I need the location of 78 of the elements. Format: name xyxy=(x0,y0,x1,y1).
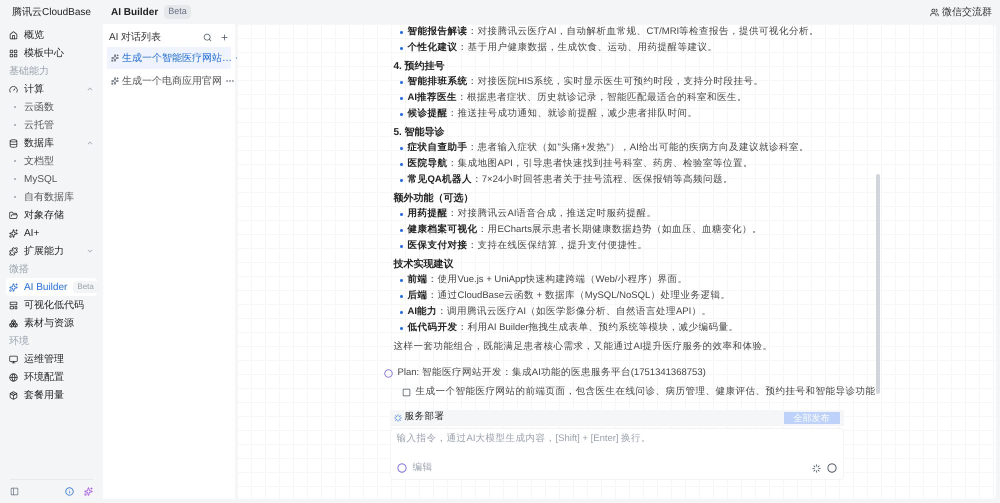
info-icon[interactable] xyxy=(65,487,74,496)
chevron-up-icon[interactable] xyxy=(86,139,94,147)
nav-subitem[interactable]: 云托管 xyxy=(6,116,97,134)
bullet-text: 低代码开发：利用AI Builder拖拽生成表单、预约系统等模块，减少编码量。 xyxy=(408,320,739,335)
scrollbar-thumb[interactable] xyxy=(876,174,880,394)
task-label: 生成一个智能医疗网站的前端页面，包含医生在线问诊、病历管理、健康评估、预约挂号和智能导诊功能 xyxy=(416,385,876,400)
bullet-text: 医院导航：集成地图API，引导患者快速找到挂号科室、药房、检验室等位置。 xyxy=(408,156,753,171)
section-heading: 技术实现建议 xyxy=(394,257,454,272)
nav-icon xyxy=(9,318,18,328)
beta-badge: Beta xyxy=(164,5,191,19)
nav-item[interactable]: AI Builder Beta xyxy=(6,278,97,296)
section-label: 环境 xyxy=(8,334,30,348)
group-icon xyxy=(930,8,939,16)
nav-icon xyxy=(9,84,18,94)
nav-icon xyxy=(9,372,18,382)
bullet-text: 智能报告解读：对接腾讯云医疗AI，自动解析血常规、CT/MRI等检查报告，提供可视化分析。 xyxy=(408,24,820,39)
sparkle-icon[interactable] xyxy=(84,487,93,496)
assistant-icon xyxy=(396,463,406,474)
nav-icon xyxy=(9,246,18,256)
nav-subitem[interactable]: 文档型 xyxy=(6,152,97,170)
bullet-text: 后端：通过CloudBase云函数 + 数据库（MySQL/NoSQL）处理业务逻辑。 xyxy=(408,288,730,303)
nav-subitem[interactable]: 自有数据库 xyxy=(6,188,97,206)
bullet-text: 症状自查助手：患者输入症状（如"头痛+发热"），AI给出可能的疾病方向及建议就诊科室。 xyxy=(408,140,809,155)
nav-item[interactable]: 对象存储 xyxy=(6,206,97,224)
nav-icon xyxy=(9,300,18,310)
nav-item[interactable]: 扩展能力 xyxy=(6,242,97,260)
nav-icon xyxy=(9,138,18,148)
bullet-text: 智能排班系统：对接医院HIS系统，实时显示医生可预约时段，支持分时段挂号。 xyxy=(408,74,764,89)
nav-icon xyxy=(9,48,18,58)
section-label: 基础能力 xyxy=(8,64,50,78)
bullet-text: 个性化建议：基于用户健康数据，生成饮食、运动、用药提醒等建议。 xyxy=(408,40,718,55)
add-icon[interactable] xyxy=(220,32,229,42)
wechat-group-link[interactable]: 微信交流群 xyxy=(930,4,992,20)
nav-subitem[interactable]: 云函数 xyxy=(6,98,97,116)
nav-item[interactable]: AI+ xyxy=(6,224,97,242)
nav-item[interactable]: 套餐用量 xyxy=(6,386,97,404)
nav-icon xyxy=(9,228,18,238)
nav-icon xyxy=(9,210,18,220)
bullet-text: AI能力：调用腾讯云医疗AI（如医学影像分析、自然语言处理API）。 xyxy=(408,304,712,319)
bullet-text: 健康档案可视化：用ECharts展示患者长期健康数据趋势（如血压、血糖变化）。 xyxy=(408,222,762,237)
nav-item[interactable]: 环境配置 xyxy=(6,368,97,386)
nav-subitem[interactable]: MySQL xyxy=(6,170,97,188)
nav-icon xyxy=(9,282,18,292)
chevron-down-icon[interactable] xyxy=(86,247,94,255)
bullet-text: 前端：使用Vue.js + UniApp快速构建跨端（Web/小程序）界面。 xyxy=(408,272,688,287)
bullet-text: AI推荐医生：根据患者症状、历史就诊记录，智能匹配最适合的科室和医生。 xyxy=(408,90,747,105)
panel-title: AI 对话列表 xyxy=(109,30,162,44)
bullet-text: 用药提醒：对接腾讯云AI语音合成，推送定时服药提醒。 xyxy=(408,206,656,221)
nav-item[interactable]: 模板中心 xyxy=(6,44,97,62)
section-heading: 4. 预约挂号 xyxy=(394,60,446,74)
plan-title: Plan: 智能医疗网站开发：集成AI功能的医患服务平台(1751341368753) xyxy=(398,366,706,380)
nav-item[interactable]: 可视化低代码 xyxy=(6,296,97,314)
nav-item[interactable]: 运维管理 xyxy=(6,350,97,368)
chevron-up-icon[interactable] xyxy=(86,85,94,93)
page-title: AI Builder xyxy=(111,6,158,20)
search-icon[interactable] xyxy=(203,32,212,42)
collapse-icon[interactable] xyxy=(10,487,19,496)
nav-icon xyxy=(9,30,18,40)
nav-item[interactable]: 概览 xyxy=(6,26,97,44)
loading-icon xyxy=(394,414,402,422)
beta-badge: Beta xyxy=(73,281,98,293)
nav-icon xyxy=(9,354,18,364)
bullet-text: 候诊提醒：推送挂号成功通知、就诊前提醒，减少患者排队时间。 xyxy=(408,106,698,121)
nav-item[interactable]: 素材与资源 xyxy=(6,314,97,332)
conversation-item[interactable]: 生成一个电商应用官网 xyxy=(107,70,231,92)
section-label: 微搭 xyxy=(8,262,30,276)
bullet-text: 常见QA机器人：7×24小时回答患者关于挂号流程、医保报销等高频问题。 xyxy=(408,172,734,187)
bullet-text: 医保支付对接：支持在线医保结算，提升支付便捷性。 xyxy=(408,238,648,253)
nav-item[interactable]: 数据库 xyxy=(6,134,97,152)
nav-icon xyxy=(9,390,18,400)
plan-icon xyxy=(384,368,392,378)
summary-text: 这样一套功能组合，既能满足患者核心需求，又能通过AI提升医疗服务的效率和体验。 xyxy=(394,340,774,354)
section-heading: 额外功能（可选） xyxy=(394,191,474,206)
section-heading: 5. 智能导诊 xyxy=(394,126,446,140)
nav-item[interactable]: 计算 xyxy=(6,80,97,98)
brand-name: 腾讯云CloudBase xyxy=(12,6,91,20)
checkbox[interactable] xyxy=(402,388,410,397)
deploy-title: 服务部署 xyxy=(404,410,444,424)
